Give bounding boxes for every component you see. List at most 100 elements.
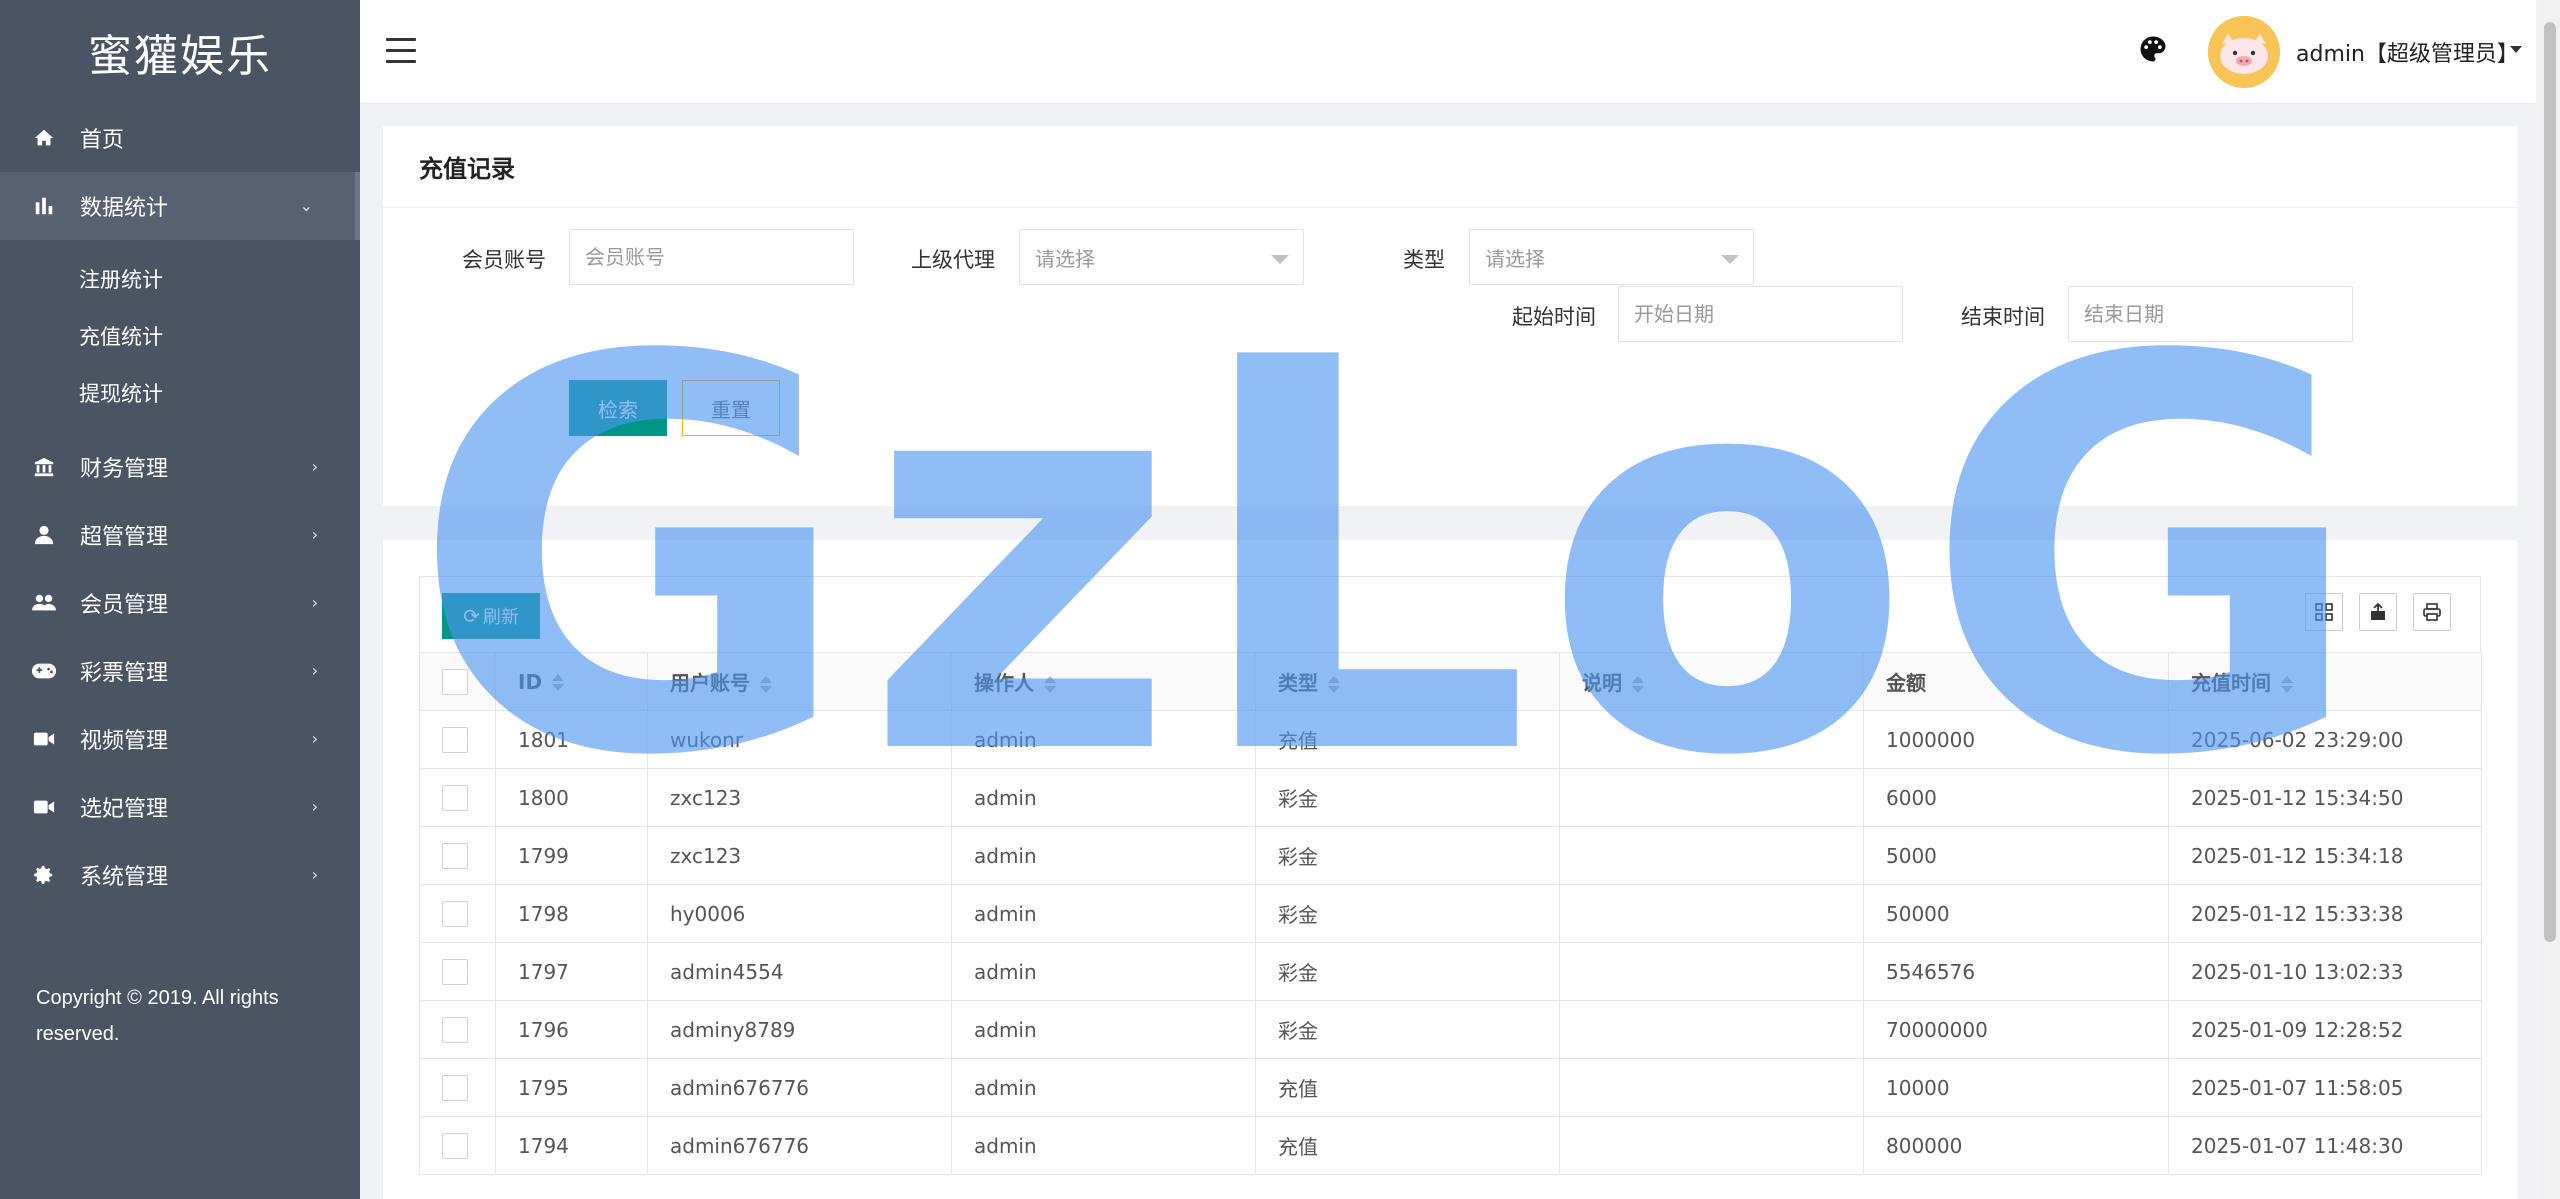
row-checkbox[interactable] <box>442 900 468 927</box>
table-row[interactable]: 1797 admin4554 admin 彩金 5546576 2025-01-10 13… <box>419 942 2482 1001</box>
cell-time: 2025-01-12 15:34:18 <box>2168 826 2482 885</box>
menu-toggle-icon[interactable] <box>386 38 416 64</box>
row-checkbox-cell[interactable] <box>419 1116 496 1175</box>
row-checkbox-cell[interactable] <box>419 710 496 769</box>
start-date-input[interactable] <box>1618 286 1903 342</box>
table-row[interactable]: 1795 admin676776 admin 充值 10000 2025-01-07 11… <box>419 1058 2482 1117</box>
export-icon[interactable] <box>2359 593 2397 631</box>
sidebar-item-concubine[interactable]: 选妃管理 › <box>0 773 360 841</box>
chevron-right-icon: › <box>311 525 318 544</box>
sidebar-item-system[interactable]: 系统管理 › <box>0 841 360 909</box>
row-checkbox[interactable] <box>442 784 468 811</box>
column-header-account[interactable]: 用户账号 <box>647 652 952 711</box>
sidebar-item-members[interactable]: 会员管理 › <box>0 569 360 637</box>
sidebar-item-label: 彩票管理 <box>80 661 169 686</box>
user-icon <box>30 521 58 549</box>
sort-icon[interactable] <box>1328 675 1340 694</box>
home-icon <box>30 124 58 152</box>
sidebar-item-super-admin[interactable]: 超管管理 › <box>0 501 360 569</box>
sidebar-item-label: 系统管理 <box>80 865 169 890</box>
caret-down-icon[interactable] <box>2510 46 2522 53</box>
member-account-input[interactable] <box>569 229 854 285</box>
row-checkbox[interactable] <box>442 726 468 753</box>
bar-chart-icon <box>30 192 58 220</box>
table-row[interactable]: 1799 zxc123 admin 彩金 5000 2025-01-12 15:34:18 <box>419 826 2482 885</box>
sidebar-item-videos[interactable]: 视频管理 › <box>0 705 360 773</box>
palette-icon[interactable] <box>2138 34 2172 68</box>
sidebar-item-home[interactable]: 首页 <box>0 104 360 172</box>
cell-desc <box>1559 710 1864 769</box>
column-header-type[interactable]: 类型 <box>1255 652 1560 711</box>
table-row[interactable]: 1800 zxc123 admin 彩金 6000 2025-01-12 15:34:50 <box>419 768 2482 827</box>
column-header-id[interactable]: ID <box>495 652 648 711</box>
sidebar-subitem-recharge-stats[interactable]: 充值统计 <box>0 307 360 364</box>
cell-id: 1801 <box>495 710 648 769</box>
cell-operator: admin <box>951 1058 1256 1117</box>
sort-icon[interactable] <box>1044 675 1056 694</box>
reset-button[interactable]: 重置 <box>682 380 780 436</box>
chevron-right-icon: › <box>311 797 318 816</box>
cell-account: zxc123 <box>647 826 952 885</box>
column-header-operator[interactable]: 操作人 <box>951 652 1256 711</box>
row-checkbox[interactable] <box>442 1016 468 1043</box>
refresh-button[interactable]: ⟳ 刷新 <box>442 593 540 639</box>
end-date-input[interactable] <box>2068 286 2353 342</box>
table-row[interactable]: 1796 adminy8789 admin 彩金 70000000 2025-01-09 … <box>419 1000 2482 1059</box>
member-account-label: 会员账号 <box>462 248 546 272</box>
page-scrollbar-thumb[interactable] <box>2544 22 2556 942</box>
columns-filter-icon[interactable] <box>2305 593 2343 631</box>
row-checkbox-cell[interactable] <box>419 942 496 1001</box>
sort-icon[interactable] <box>552 674 565 692</box>
table-row[interactable]: 1801 wukonr admin 充值 1000000 2025-06-02 23:29… <box>419 710 2482 769</box>
avatar[interactable] <box>2208 16 2280 88</box>
sort-icon[interactable] <box>1632 675 1644 694</box>
start-time-label: 起始时间 <box>1512 305 1596 329</box>
row-checkbox-cell[interactable] <box>419 826 496 885</box>
row-checkbox-cell[interactable] <box>419 1000 496 1059</box>
row-checkbox[interactable] <box>442 958 468 985</box>
cell-time: 2025-01-07 11:48:30 <box>2168 1116 2482 1175</box>
select-all-cell[interactable] <box>419 652 496 711</box>
row-checkbox[interactable] <box>442 842 468 869</box>
sort-icon[interactable] <box>760 675 772 694</box>
cell-time: 2025-01-10 13:02:33 <box>2168 942 2482 1001</box>
cell-type: 彩金 <box>1255 942 1560 1001</box>
cell-amount: 50000 <box>1863 884 2169 943</box>
chevron-right-icon: › <box>311 865 318 884</box>
sidebar-item-lottery[interactable]: 彩票管理 › <box>0 637 360 705</box>
cell-operator: admin <box>951 826 1256 885</box>
cell-operator: admin <box>951 942 1256 1001</box>
row-checkbox[interactable] <box>442 1074 468 1101</box>
type-select-value: 请选择 <box>1485 246 1545 271</box>
sidebar-subitem-withdraw-stats[interactable]: 提现统计 <box>0 364 360 421</box>
column-header-desc[interactable]: 说明 <box>1559 652 1864 711</box>
agent-select[interactable]: 请选择 <box>1019 229 1304 285</box>
cell-type: 充值 <box>1255 1058 1560 1117</box>
cell-id: 1794 <box>495 1116 648 1175</box>
table-row[interactable]: 1794 admin676776 admin 充值 800000 2025-01-07 1… <box>419 1116 2482 1175</box>
search-button[interactable]: 检索 <box>569 380 667 436</box>
agent-select-value: 请选择 <box>1035 246 1095 271</box>
video-icon <box>30 725 58 753</box>
cell-type: 彩金 <box>1255 826 1560 885</box>
table-row[interactable]: 1798 hy0006 admin 彩金 50000 2025-01-12 15:33:3… <box>419 884 2482 943</box>
select-all-checkbox[interactable] <box>442 668 468 695</box>
user-menu[interactable]: admin【超级管理员】 <box>2296 36 2519 68</box>
sidebar-item-data-stats[interactable]: 数据统计 ⌄ <box>0 172 360 240</box>
print-icon[interactable] <box>2413 593 2451 631</box>
sidebar-subitem-register-stats[interactable]: 注册统计 <box>0 250 360 307</box>
cell-id: 1796 <box>495 1000 648 1059</box>
row-checkbox-cell[interactable] <box>419 768 496 827</box>
table-body: 1801 wukonr admin 充值 1000000 2025-06-02 23:29… <box>419 710 2482 1175</box>
sidebar-item-finance[interactable]: 财务管理 › <box>0 433 360 501</box>
type-select[interactable]: 请选择 <box>1469 229 1754 285</box>
row-checkbox-cell[interactable] <box>419 1058 496 1117</box>
row-checkbox[interactable] <box>442 1132 468 1159</box>
cell-desc <box>1559 942 1864 1001</box>
cell-desc <box>1559 884 1864 943</box>
caret-down-icon <box>1271 255 1289 264</box>
table-toolbar: ⟳ 刷新 <box>419 576 2481 652</box>
column-header-time[interactable]: 充值时间 <box>2168 652 2482 711</box>
sort-icon[interactable] <box>2281 675 2293 694</box>
row-checkbox-cell[interactable] <box>419 884 496 943</box>
